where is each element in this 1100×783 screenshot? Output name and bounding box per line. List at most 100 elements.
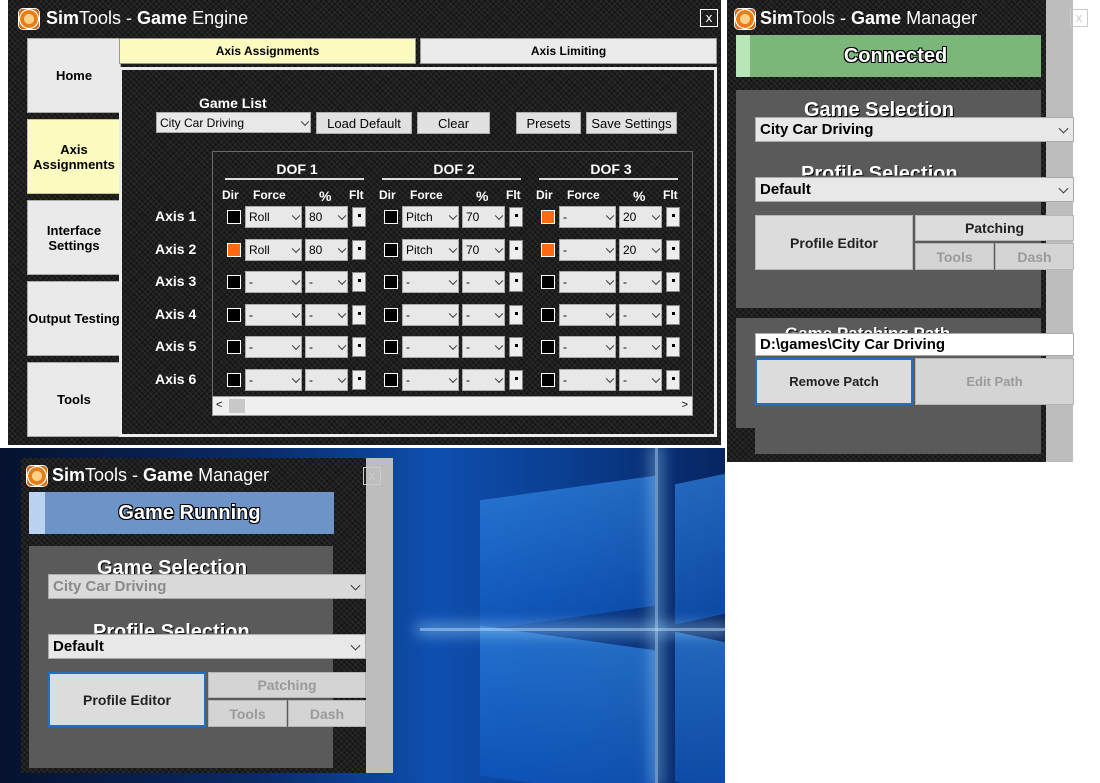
game-selection-dropdown[interactable]: City Car Driving xyxy=(48,574,366,599)
percent-select[interactable]: - xyxy=(619,369,662,391)
profile-selection-dropdown[interactable]: Default xyxy=(755,177,1074,202)
game-list-select[interactable]: City Car Driving xyxy=(156,112,311,133)
close-button[interactable]: x xyxy=(700,9,718,27)
scrollbar-thumb[interactable] xyxy=(229,399,245,413)
force-select[interactable]: - xyxy=(559,369,616,391)
tools-button[interactable]: Tools xyxy=(208,700,287,727)
filter-button[interactable] xyxy=(666,370,680,390)
profile-editor-button[interactable]: Profile Editor xyxy=(48,672,206,727)
percent-select[interactable]: - xyxy=(462,271,505,294)
force-select[interactable]: - xyxy=(402,271,459,294)
force-select[interactable]: - xyxy=(402,336,459,359)
force-select[interactable]: - xyxy=(245,303,302,326)
game-path-field[interactable]: D:\games\City Car Driving xyxy=(755,333,1074,356)
scroll-right-arrow-icon[interactable]: > xyxy=(682,399,688,411)
load-default-button[interactable]: Load Default xyxy=(316,112,412,134)
nav-output-testing-button[interactable]: Output Testing xyxy=(27,281,121,356)
percent-select[interactable]: - xyxy=(462,336,505,359)
filter-button[interactable] xyxy=(666,337,680,358)
direction-checkbox[interactable] xyxy=(227,340,241,355)
nav-interface-settings-button[interactable]: Interface Settings xyxy=(27,200,121,275)
direction-checkbox[interactable] xyxy=(384,373,398,387)
percent-select[interactable]: 20 xyxy=(619,206,662,228)
direction-checkbox[interactable] xyxy=(384,275,398,290)
filter-button[interactable] xyxy=(509,304,523,325)
percent-select[interactable]: 80 xyxy=(305,238,348,261)
remove-patch-button[interactable]: Remove Patch xyxy=(755,358,913,405)
force-select[interactable]: Pitch xyxy=(402,238,459,261)
percent-select[interactable]: - xyxy=(305,336,348,359)
force-select[interactable]: - xyxy=(559,303,616,326)
nav-axis-assignments-button[interactable]: Axis Assignments xyxy=(27,119,121,194)
filter-button[interactable] xyxy=(352,207,366,227)
filter-button[interactable] xyxy=(509,337,523,358)
clear-button[interactable]: Clear xyxy=(417,112,490,134)
edit-path-button[interactable]: Edit Path xyxy=(915,358,1074,405)
direction-checkbox[interactable] xyxy=(227,373,241,387)
percent-select[interactable]: 80 xyxy=(305,206,348,228)
direction-checkbox[interactable] xyxy=(227,242,241,257)
filter-button[interactable] xyxy=(352,304,366,325)
percent-select[interactable]: - xyxy=(619,336,662,359)
force-select[interactable]: - xyxy=(559,238,616,261)
force-select[interactable]: - xyxy=(245,369,302,391)
close-button[interactable]: x xyxy=(1070,9,1088,27)
direction-checkbox[interactable] xyxy=(541,307,555,322)
tab-axis-limiting[interactable]: Axis Limiting xyxy=(420,38,717,64)
percent-select[interactable]: 70 xyxy=(462,238,505,261)
patching-button[interactable]: Patching xyxy=(208,672,366,698)
filter-button[interactable] xyxy=(666,272,680,293)
profile-editor-button[interactable]: Profile Editor xyxy=(755,215,913,270)
direction-checkbox[interactable] xyxy=(227,307,241,322)
filter-button[interactable] xyxy=(666,239,680,260)
force-select[interactable]: - xyxy=(559,271,616,294)
direction-checkbox[interactable] xyxy=(384,340,398,355)
force-select[interactable]: - xyxy=(245,336,302,359)
force-select[interactable]: Roll xyxy=(245,206,302,228)
force-select[interactable]: - xyxy=(559,206,616,228)
direction-checkbox[interactable] xyxy=(541,340,555,355)
filter-button[interactable] xyxy=(666,304,680,325)
percent-select[interactable]: - xyxy=(619,271,662,294)
dash-button[interactable]: Dash xyxy=(288,700,366,727)
force-select[interactable]: - xyxy=(402,303,459,326)
filter-button[interactable] xyxy=(666,207,680,227)
filter-button[interactable] xyxy=(509,239,523,260)
filter-button[interactable] xyxy=(352,337,366,358)
force-select[interactable]: - xyxy=(559,336,616,359)
direction-checkbox[interactable] xyxy=(227,275,241,290)
percent-select[interactable]: - xyxy=(462,303,505,326)
force-select[interactable]: - xyxy=(402,369,459,391)
percent-select[interactable]: - xyxy=(305,303,348,326)
percent-select[interactable]: - xyxy=(619,303,662,326)
direction-checkbox[interactable] xyxy=(541,242,555,257)
filter-button[interactable] xyxy=(352,239,366,260)
scroll-left-arrow-icon[interactable]: < xyxy=(216,399,222,411)
force-select[interactable]: Pitch xyxy=(402,206,459,228)
nav-tools-button[interactable]: Tools xyxy=(27,362,121,437)
direction-checkbox[interactable] xyxy=(384,242,398,257)
horizontal-scrollbar[interactable]: < > xyxy=(212,396,693,416)
tools-button[interactable]: Tools xyxy=(915,243,994,270)
percent-select[interactable]: - xyxy=(305,271,348,294)
direction-checkbox[interactable] xyxy=(541,373,555,387)
percent-select[interactable]: - xyxy=(305,369,348,391)
filter-button[interactable] xyxy=(352,272,366,293)
close-button[interactable]: x xyxy=(363,467,381,485)
direction-checkbox[interactable] xyxy=(384,210,398,224)
direction-checkbox[interactable] xyxy=(384,307,398,322)
direction-checkbox[interactable] xyxy=(541,275,555,290)
force-select[interactable]: Roll xyxy=(245,238,302,261)
save-settings-button[interactable]: Save Settings xyxy=(586,112,677,134)
direction-checkbox[interactable] xyxy=(541,210,555,224)
filter-button[interactable] xyxy=(352,370,366,390)
percent-select[interactable]: - xyxy=(462,369,505,391)
percent-select[interactable]: 70 xyxy=(462,206,505,228)
presets-button[interactable]: Presets xyxy=(516,112,581,134)
filter-button[interactable] xyxy=(509,207,523,227)
filter-button[interactable] xyxy=(509,370,523,390)
force-select[interactable]: - xyxy=(245,271,302,294)
filter-button[interactable] xyxy=(509,272,523,293)
profile-selection-dropdown[interactable]: Default xyxy=(48,634,366,659)
game-selection-dropdown[interactable]: City Car Driving xyxy=(755,117,1074,142)
